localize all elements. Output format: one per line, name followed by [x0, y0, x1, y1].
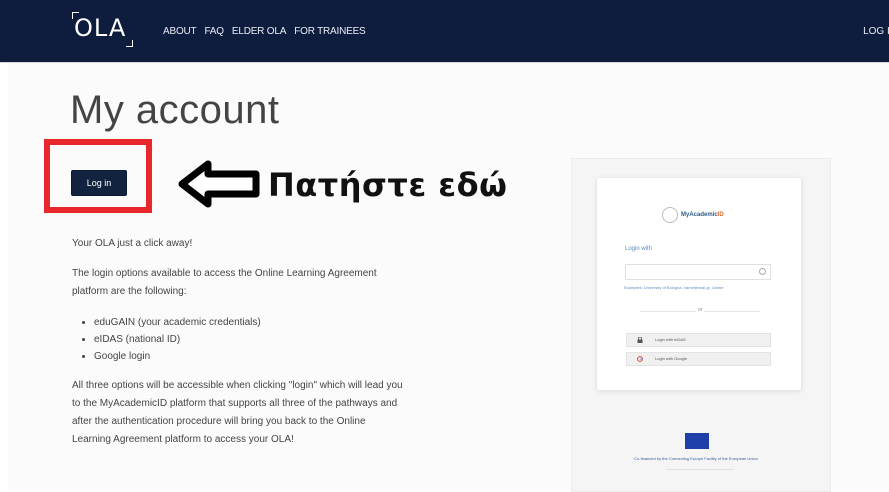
nav-item-faq[interactable]: FAQ: [204, 26, 224, 37]
login-options-list: eduGAIN (your academic credentials) eIDA…: [72, 314, 261, 365]
button-label: Login with Google: [655, 356, 688, 361]
eu-flag-icon: [685, 433, 709, 449]
text-line: Learning Agreement platform to access yo…: [72, 434, 294, 445]
login-eidas-button[interactable]: Login with eIDAS: [626, 333, 771, 347]
text-line: platform are the following:: [72, 286, 187, 297]
nav-item-elder-ola[interactable]: ELDER OLA: [232, 26, 287, 37]
main-nav: ABOUT FAQ ELDER OLA FOR TRAINEES: [163, 26, 366, 37]
text-line: The login options available to access th…: [72, 268, 377, 279]
hint-label: Πατήστε εδώ: [268, 166, 508, 204]
search-icon: [759, 268, 766, 275]
closing-text: All three options will be accessible whe…: [72, 377, 403, 449]
nav-login-link[interactable]: LOG IN: [863, 26, 889, 37]
eu-disclaimer-lines: ────────────────────────────────: [665, 467, 734, 471]
eu-funding-caption: Co-financed by the Connecting Europe Fac…: [634, 456, 758, 461]
myacademicid-logo: MyAcademicID: [662, 207, 724, 223]
text-line: All three options will be accessible whe…: [72, 380, 403, 391]
button-label: Login with eIDAS: [655, 337, 686, 342]
search-example-text: Examples: University of Bologna, name@ma…: [624, 285, 724, 290]
or-separator: or: [696, 307, 705, 313]
globe-icon: [662, 207, 678, 223]
login-button[interactable]: Log in: [71, 170, 127, 196]
arrow-left-icon: [178, 160, 260, 208]
top-navigation-bar: OLA ABOUT FAQ ELDER OLA FOR TRAINEES LOG…: [0, 0, 889, 63]
text-line: after the authentication procedure will …: [72, 416, 366, 427]
list-item: eduGAIN (your academic credentials): [94, 314, 261, 331]
nav-item-for-trainees[interactable]: FOR TRAINEES: [294, 26, 366, 37]
nav-item-about[interactable]: ABOUT: [163, 26, 197, 37]
logo-corner-mark: [126, 40, 133, 47]
list-item: eIDAS (national ID): [94, 331, 261, 348]
options-description: The login options available to access th…: [72, 265, 377, 301]
logo-text-accent: ID: [717, 212, 724, 218]
lock-icon: [637, 337, 643, 343]
ola-logo[interactable]: OLA: [74, 14, 126, 42]
login-with-label: Login with: [625, 246, 653, 252]
list-item: Google login: [94, 348, 261, 365]
page-title: My account: [70, 88, 280, 132]
text-line: to the MyAcademicID platform that suppor…: [72, 398, 398, 409]
institution-search-input[interactable]: [625, 264, 771, 280]
logo-text: MyAcademic: [681, 212, 718, 218]
intro-text: Your OLA just a click away!: [72, 238, 193, 249]
login-google-button[interactable]: Login with Google: [626, 352, 771, 366]
google-icon: [637, 356, 643, 362]
